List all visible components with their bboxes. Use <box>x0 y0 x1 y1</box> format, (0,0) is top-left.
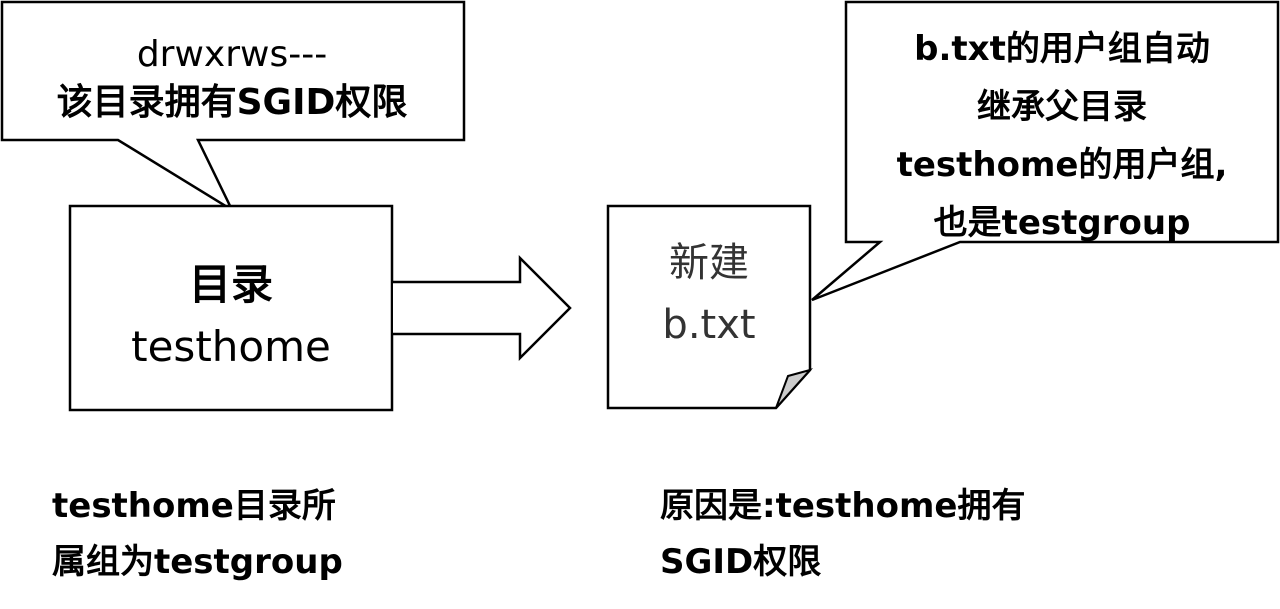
callout-right-line-1: b.txt的用户组自动 <box>914 29 1210 69</box>
diagram-canvas: drwxrws--- 该目录拥有SGID权限 b.txt的用户组自动 继承父目录… <box>0 0 1280 609</box>
file-shape-title: 新建 <box>669 240 749 286</box>
callout-right-line-3: testhome的用户组, <box>896 145 1228 185</box>
note-right-line-1: 原因是:testhome拥有 <box>660 486 1026 526</box>
directory-box-title: 目录 <box>188 260 273 309</box>
file-shape-name: b.txt <box>662 302 756 348</box>
directory-box-name: testhome <box>131 322 331 371</box>
directory-box-label: 目录 testhome <box>70 254 392 378</box>
file-shape-label: 新建 b.txt <box>608 232 810 356</box>
note-left: testhome目录所 属组为testgroup <box>52 478 343 590</box>
callout-left-text: drwxrws--- 该目录拥有SGID权限 <box>0 31 464 127</box>
sgid-note: 该目录拥有SGID权限 <box>56 82 408 123</box>
permission-string: drwxrws--- <box>136 34 328 75</box>
note-right: 原因是:testhome拥有 SGID权限 <box>660 478 1025 590</box>
note-right-line-2: SGID权限 <box>660 542 822 582</box>
callout-right-line-2: 继承父目录 <box>977 87 1147 127</box>
note-left-line-1: testhome目录所 <box>52 486 336 526</box>
block-arrow <box>393 254 572 362</box>
note-left-line-2: 属组为testgroup <box>52 542 343 582</box>
callout-right-line-4: 也是testgroup <box>933 203 1191 243</box>
callout-right-text: b.txt的用户组自动 继承父目录 testhome的用户组, 也是testgr… <box>846 20 1278 252</box>
